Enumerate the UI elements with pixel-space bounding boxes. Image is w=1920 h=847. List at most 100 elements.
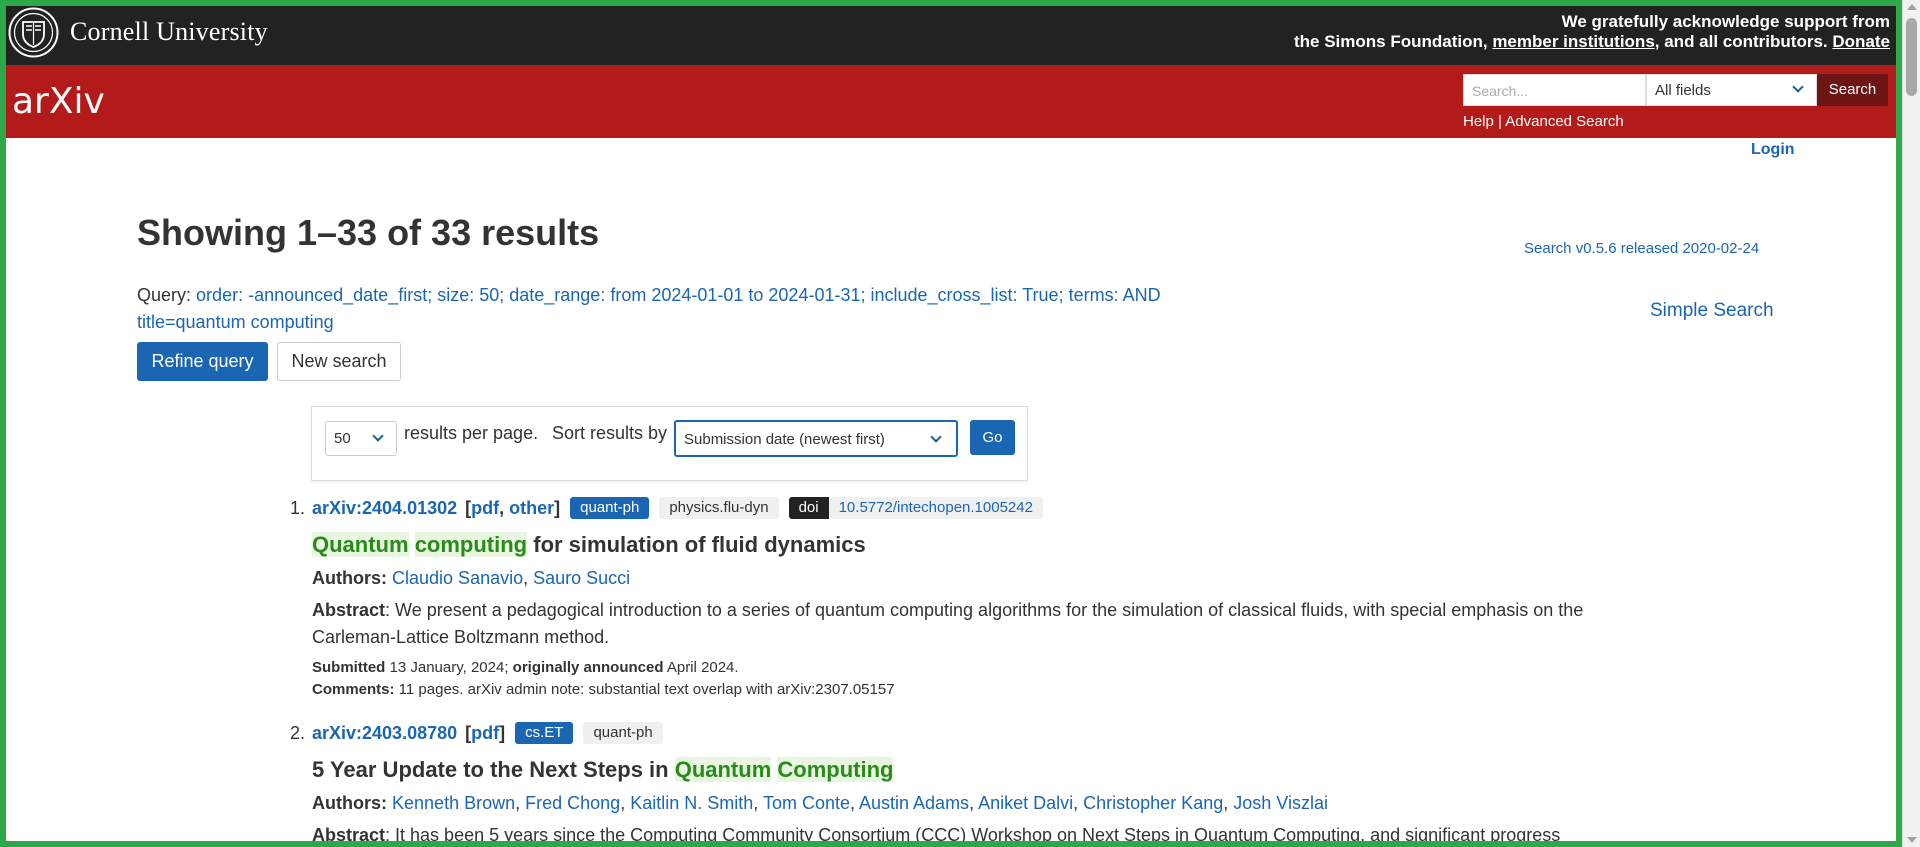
search-field-select[interactable]: All fields [1646, 74, 1817, 106]
authors: Authors: Claudio Sanavio, Sauro Succi [312, 568, 631, 588]
scrollbar-thumb[interactable] [1906, 18, 1917, 96]
arxiv-id-link[interactable]: arXiv:2404.01302 [312, 498, 457, 519]
abstract: Abstract: It has been 5 years since the … [312, 822, 1592, 847]
member-institutions-link[interactable]: member institutions [1492, 32, 1654, 51]
announced-label: originally announced [512, 659, 664, 676]
title-highlight: Quantum [312, 532, 409, 557]
support-line-1: We gratefully acknowledge support from [1561, 12, 1890, 31]
per-page-select[interactable]: 50 [325, 421, 397, 456]
submitted-label: Submitted [312, 659, 386, 676]
query-label: Query: [137, 285, 192, 305]
query-summary: Query: order: -announced_date_first; siz… [137, 282, 1187, 336]
result-header: 2. arXiv:2403.08780 [pdf] cs.ET quant-ph [290, 719, 1590, 747]
comments-label: Comments: [312, 681, 395, 698]
abstract-label: Abstract [312, 825, 386, 845]
doi-link[interactable]: 10.5772/intechopen.1005242 [828, 497, 1043, 519]
other-link[interactable]: other [509, 498, 554, 518]
scroll-down-icon[interactable] [1907, 837, 1917, 843]
version-link[interactable]: Search v0.5.6 released 2020-02-24 [1524, 240, 1759, 257]
arxiv-header: arXiv Search... All fields Search Help |… [0, 65, 1902, 138]
arxiv-logo-text: arXiv [12, 81, 105, 122]
result-item: 1. arXiv:2404.01302 [pdf, other] quant-p… [290, 494, 1590, 703]
abstract-text: : We present a pedagogical introduction … [312, 600, 1584, 647]
abstract-label: Abstract [312, 600, 386, 620]
author-link[interactable]: Sauro Succi [533, 568, 630, 588]
author-link[interactable]: Christopher Kang [1083, 793, 1223, 813]
support-line-2: the Simons Foundation, member institutio… [1294, 32, 1890, 52]
title-text: 5 Year Update to the Next Steps in [312, 757, 675, 782]
abstract: Abstract: We present a pedagogical intro… [312, 597, 1592, 651]
secondary-category-tag: quant-ph [583, 722, 663, 744]
search-input[interactable]: Search... [1463, 74, 1646, 106]
abstract-text: : It has been 5 years since the Computin… [385, 825, 1561, 845]
per-page-label: results per page. [404, 423, 539, 443]
result-number: 1. [290, 497, 306, 518]
support-suffix: , and all contributors. [1654, 32, 1828, 51]
chevron-down-icon [930, 431, 942, 443]
results-controls: 50 results per page. Sort results by Sub… [311, 406, 1028, 481]
cornell-university-link[interactable]: Cornell University [70, 17, 268, 47]
query-line-1: order: -announced_date_first; size: 50; … [196, 285, 1161, 305]
announced-date: April 2024. [663, 659, 739, 676]
arxiv-logo[interactable]: arXiv [12, 79, 120, 123]
query-link[interactable]: order: -announced_date_first; size: 50; … [137, 285, 1161, 332]
help-links: Help | Advanced Search [1463, 113, 1624, 130]
secondary-category-tag: physics.flu-dyn [659, 497, 779, 519]
vertical-scrollbar[interactable] [1902, 0, 1920, 847]
result-header: 1. arXiv:2404.01302 [pdf, other] quant-p… [290, 494, 1590, 522]
author-link[interactable]: Claudio Sanavio [392, 568, 523, 588]
chevron-down-icon [372, 430, 384, 442]
link-separator: | [1498, 113, 1502, 130]
go-button[interactable]: Go [970, 420, 1015, 455]
donate-link[interactable]: Donate [1832, 32, 1890, 51]
refine-query-button[interactable]: Refine query [137, 342, 268, 381]
support-prefix: the Simons Foundation, [1293, 32, 1488, 51]
title-text: for simulation of fluid dynamics [527, 532, 866, 557]
authors-label: Authors: [312, 568, 387, 588]
arxiv-id-link[interactable]: arXiv:2403.08780 [312, 723, 457, 744]
author-link[interactable]: Josh Viszlai [1233, 793, 1328, 813]
comments-text: 11 pages. arXiv admin note: substantial … [394, 681, 895, 698]
search-field-value: All fields [1655, 82, 1711, 99]
support-acknowledgment: We gratefully acknowledge support from t… [1294, 12, 1890, 52]
help-link[interactable]: Help [1463, 113, 1494, 130]
authors: Authors: Kenneth Brown, Fred Chong, Kait… [312, 793, 1328, 813]
scroll-up-icon[interactable] [1907, 4, 1917, 10]
login-link[interactable]: Login [1751, 141, 1795, 159]
author-link[interactable]: Kenneth Brown [392, 793, 515, 813]
submitted-date: 13 January, 2024; [385, 659, 513, 676]
sort-select[interactable]: Submission date (newest first) [674, 420, 958, 457]
query-line-2: title=quantum computing [137, 312, 334, 332]
result-title: Quantum computing for simulation of flui… [312, 531, 1590, 559]
pdf-link[interactable]: pdf [471, 498, 499, 518]
primary-category-tag: quant-ph [570, 497, 650, 519]
author-link[interactable]: Fred Chong [525, 793, 620, 813]
result-title: 5 Year Update to the Next Steps in Quant… [312, 756, 1590, 784]
pdf-link[interactable]: pdf [471, 723, 499, 743]
sort-value: Submission date (newest first) [684, 431, 885, 448]
search-button[interactable]: Search [1817, 74, 1888, 106]
cornell-header: Cornell University We gratefully acknowl… [0, 0, 1902, 65]
result-item: 2. arXiv:2403.08780 [pdf] cs.ET quant-ph… [290, 719, 1590, 847]
chevron-down-icon [1792, 81, 1804, 93]
title-highlight: Quantum [674, 757, 772, 782]
author-link[interactable]: Tom Conte [763, 793, 850, 813]
result-number: 2. [290, 722, 306, 743]
author-link[interactable]: Kaitlin N. Smith [630, 793, 753, 813]
advanced-search-link[interactable]: Advanced Search [1505, 113, 1623, 130]
title-highlight: computing [414, 532, 528, 557]
sort-label: Sort results by [552, 423, 668, 443]
page-title: Showing 1–33 of 33 results [137, 212, 600, 253]
authors-label: Authors: [312, 793, 387, 813]
simple-search-link[interactable]: Simple Search [1650, 300, 1774, 322]
comments: Comments: 11 pages. arXiv admin note: su… [312, 677, 1590, 703]
primary-category-tag: cs.ET [515, 722, 574, 744]
author-link[interactable]: Aniket Dalvi [978, 793, 1073, 813]
title-highlight: Computing [777, 757, 894, 782]
new-search-button[interactable]: New search [277, 342, 401, 381]
format-links: [pdf, other] [465, 497, 561, 518]
per-page-value: 50 [334, 430, 351, 447]
doi-label: doi [788, 497, 829, 519]
cornell-seal-icon[interactable] [8, 7, 59, 58]
author-link[interactable]: Austin Adams [859, 793, 969, 813]
